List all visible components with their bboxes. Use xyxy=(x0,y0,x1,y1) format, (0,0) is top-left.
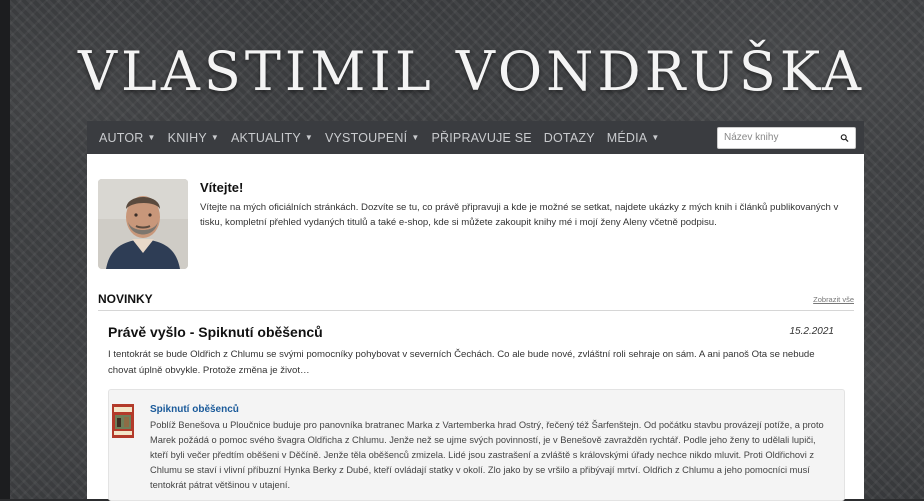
nav-item-aktuality[interactable]: AKTUALITY ▼ xyxy=(231,131,313,145)
nav-item-knihy[interactable]: KNIHY ▼ xyxy=(168,131,219,145)
article-title[interactable]: Právě vyšlo - Spiknutí oběšenců xyxy=(108,324,323,340)
nav-item-label: MÉDIA xyxy=(606,130,648,145)
chevron-down-icon: ▼ xyxy=(651,133,660,142)
nav-item-label: VYSTOUPENÍ xyxy=(324,130,408,145)
book-title[interactable]: Spiknutí oběšenců xyxy=(150,404,239,415)
nav-item-autor[interactable]: AUTOR ▼ xyxy=(99,131,156,145)
book-card: Spiknutí oběšenců Poblíž Benešova u Plou… xyxy=(108,389,845,501)
welcome-text: Vítejte na mých oficiálních stránkách. D… xyxy=(200,202,839,228)
chevron-down-icon: ▼ xyxy=(411,133,420,142)
search-input[interactable] xyxy=(718,132,840,143)
article-excerpt: I tentokrát se bude Oldřich z Chlumu se … xyxy=(108,349,815,376)
book-cover-image[interactable] xyxy=(112,404,134,438)
news-section-header: NOVINKY Zobrazit vše xyxy=(98,292,854,311)
search-icon[interactable] xyxy=(840,131,849,145)
nav-item-label: DOTAZY xyxy=(543,130,595,145)
avatar-illustration xyxy=(98,179,188,269)
author-photo xyxy=(98,179,188,269)
nav-item-label: KNIHY xyxy=(167,130,207,145)
nav-item-media[interactable]: MÉDIA ▼ xyxy=(607,131,660,145)
article-date: 15.2.2021 xyxy=(789,326,835,337)
show-all-link[interactable]: Zobrazit vše xyxy=(813,295,854,304)
nav-item-label: PŘIPRAVUJE SE xyxy=(431,130,532,145)
nav-item-label: AKTUALITY xyxy=(230,130,301,145)
welcome-title: Vítejte! xyxy=(200,180,244,195)
nav-item-dotazy[interactable]: DOTAZY xyxy=(544,131,595,145)
main-content: Vítejte! Vítejte na mých oficiálních str… xyxy=(87,154,864,501)
book-search xyxy=(717,126,856,149)
site-title: VLASTIMIL VONDRUŠKA xyxy=(78,40,866,103)
chevron-down-icon: ▼ xyxy=(304,133,313,142)
chevron-down-icon: ▼ xyxy=(210,133,219,142)
nav-item-vystoupeni[interactable]: VYSTOUPENÍ ▼ xyxy=(325,131,419,145)
book-description: Poblíž Benešova u Ploučnice buduje pro p… xyxy=(150,420,824,490)
news-heading: NOVINKY xyxy=(98,292,153,306)
nav-item-label: AUTOR xyxy=(99,130,144,145)
chevron-down-icon: ▼ xyxy=(147,133,156,142)
left-edge xyxy=(0,0,10,499)
nav-item-pripravuje-se[interactable]: PŘIPRAVUJE SE xyxy=(431,131,531,145)
main-navbar: AUTOR ▼ KNIHY ▼ AKTUALITY ▼ VYSTOUPENÍ ▼… xyxy=(87,121,864,155)
